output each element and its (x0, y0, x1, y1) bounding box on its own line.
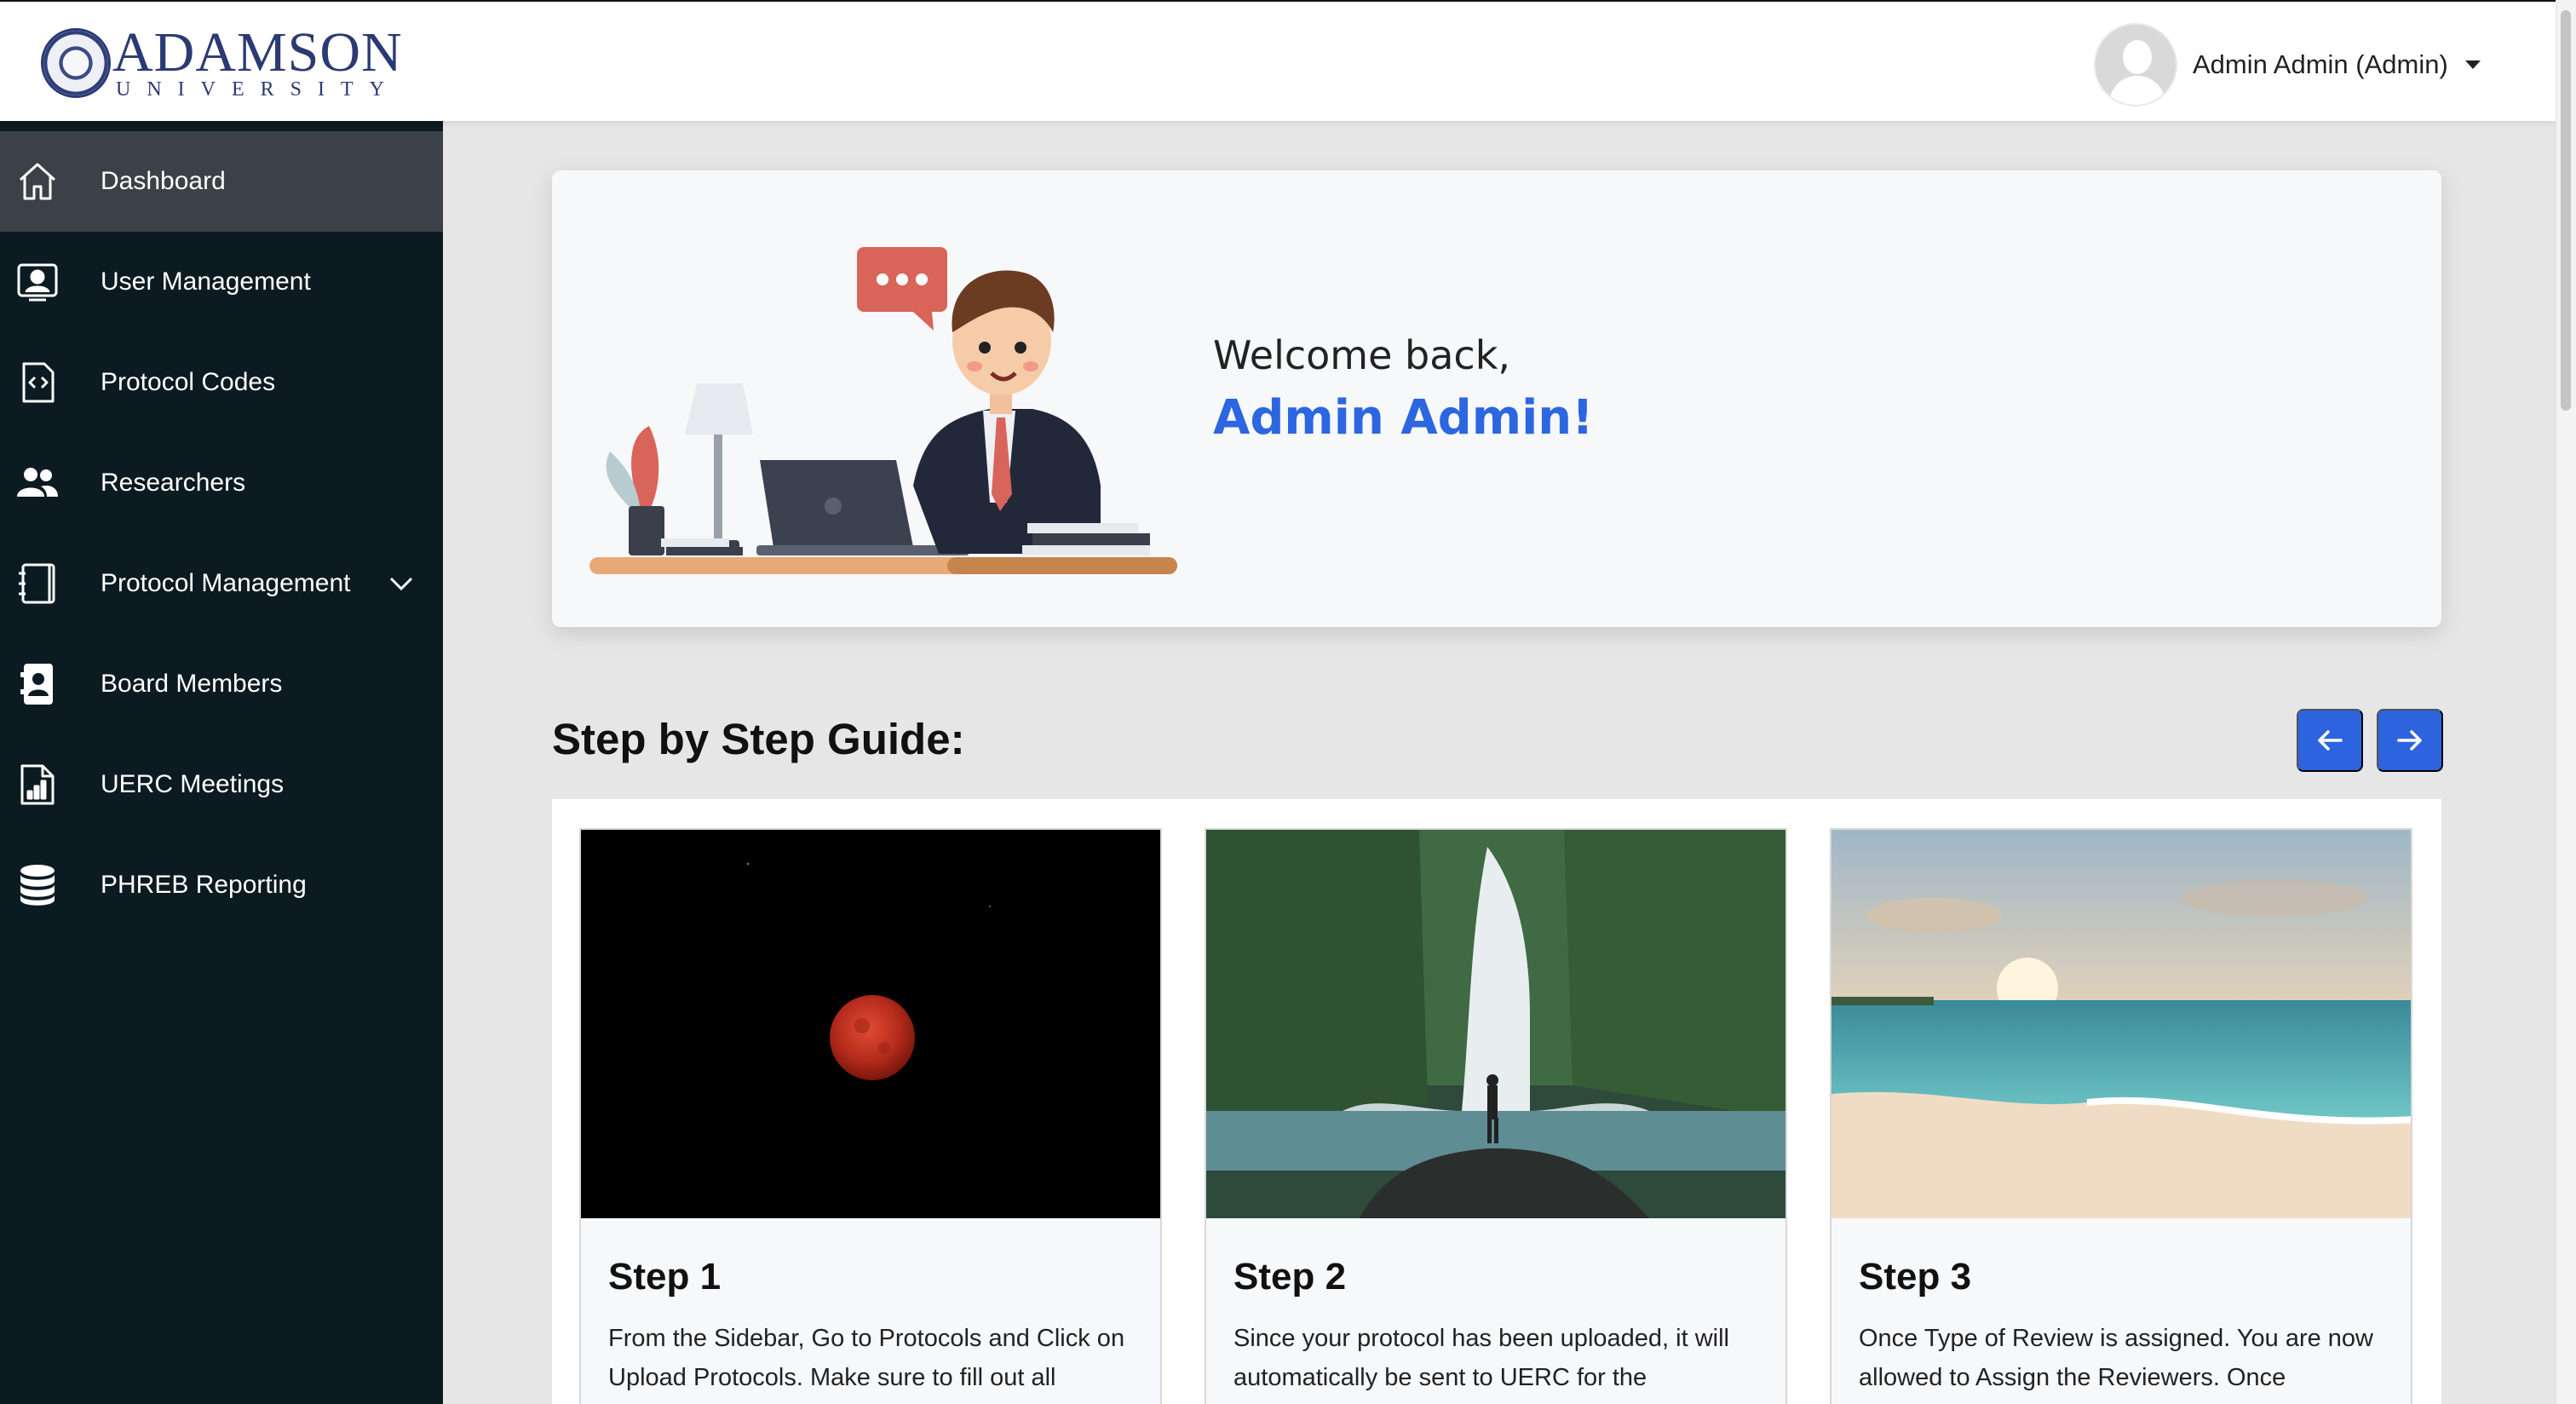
university-seal-icon (41, 28, 111, 98)
carousel-next-button[interactable] (2377, 709, 2443, 772)
sidebar-item-dashboard[interactable]: Dashboard (0, 131, 443, 232)
welcome-message: Welcome back, Admin Admin! (1213, 332, 1594, 446)
step-description: Once Type of Review is assigned. You are… (1859, 1325, 2374, 1404)
user-card-icon (15, 260, 60, 304)
step-carousel: Step 1 From the Sidebar, Go to Protocols… (552, 799, 2441, 1404)
step-title: Step 2 (1233, 1256, 1347, 1298)
sidebar-item-label: PHREB Reporting (101, 871, 307, 899)
beach-sunset-photo (1831, 830, 2411, 1218)
step-title: Step 1 (608, 1256, 722, 1298)
logo-main-text: ADAMSON (112, 21, 403, 83)
sidebar-item-researchers[interactable]: Researchers (0, 433, 443, 533)
database-icon (15, 863, 60, 907)
waterfall-photo (1206, 830, 1785, 1218)
avatar[interactable] (2094, 23, 2177, 106)
arrow-left-icon (2318, 730, 2343, 751)
sidebar-item-protocol-codes[interactable]: Protocol Codes (0, 332, 443, 433)
sidebar-item-label: Researchers (101, 469, 246, 497)
blood-moon-photo (581, 830, 1160, 1218)
user-menu-dropdown[interactable]: Admin Admin (Admin) (2094, 23, 2481, 106)
badge-icon (15, 662, 60, 706)
user-name[interactable]: Admin Admin (Admin) (2193, 49, 2448, 80)
step-description: From the Sidebar, Go to Protocols and Cl… (608, 1325, 1125, 1404)
sidebar-item-label: Dashboard (101, 167, 226, 195)
sidebar: Dashboard User Management Protocol Codes (0, 121, 443, 1404)
sidebar-item-uerc-meetings[interactable]: UERC Meetings (0, 734, 443, 835)
sidebar-item-protocol-management[interactable]: Protocol Management (0, 533, 443, 634)
chevron-down-icon[interactable] (388, 573, 414, 594)
welcome-card: Welcome back, Admin Admin! (552, 170, 2441, 627)
office-worker-illustration (589, 247, 1177, 574)
sidebar-item-label: Protocol Codes (101, 368, 276, 396)
welcome-greeting: Welcome back, (1213, 332, 1510, 378)
logo-sub-text: UNIVERSITY (116, 78, 400, 101)
adamson-logo[interactable]: ADAMSON UNIVERSITY (41, 21, 403, 101)
people-icon (15, 461, 60, 505)
step-card[interactable]: Step 3 Once Type of Review is assigned. … (1830, 828, 2412, 1404)
logo-wordmark: ADAMSON UNIVERSITY (112, 21, 403, 101)
code-file-icon (15, 360, 60, 405)
sidebar-item-phreb-reporting[interactable]: PHREB Reporting (0, 835, 443, 935)
step-title: Step 3 (1859, 1256, 1972, 1298)
arrow-right-icon (2397, 730, 2422, 751)
page-scrollbar[interactable] (2556, 0, 2576, 1404)
sidebar-item-label: Board Members (101, 670, 283, 698)
step-card[interactable]: Step 2 Since your protocol has been uplo… (1205, 828, 1787, 1404)
sidebar-item-label: User Management (101, 268, 311, 296)
scrollbar-thumb[interactable] (2561, 10, 2571, 411)
carousel-controls (2297, 709, 2443, 772)
sidebar-item-label: UERC Meetings (101, 770, 285, 798)
welcome-user-name: Admin Admin! (1213, 390, 1594, 446)
sidebar-item-label: Protocol Management (101, 569, 351, 597)
guide-title: Step by Step Guide: (552, 715, 965, 763)
step-description: Since your protocol has been uploaded, i… (1233, 1325, 1729, 1404)
carousel-prev-button[interactable] (2297, 709, 2363, 772)
notebook-icon (15, 561, 60, 606)
report-file-icon (15, 762, 60, 807)
sidebar-item-board-members[interactable]: Board Members (0, 634, 443, 734)
top-header: ADAMSON UNIVERSITY Admin Admin (Admin) (0, 0, 2556, 121)
home-icon (15, 159, 60, 204)
caret-down-icon[interactable] (2464, 60, 2481, 69)
step-card[interactable]: Step 1 From the Sidebar, Go to Protocols… (579, 828, 1162, 1404)
sidebar-item-user-management[interactable]: User Management (0, 232, 443, 332)
